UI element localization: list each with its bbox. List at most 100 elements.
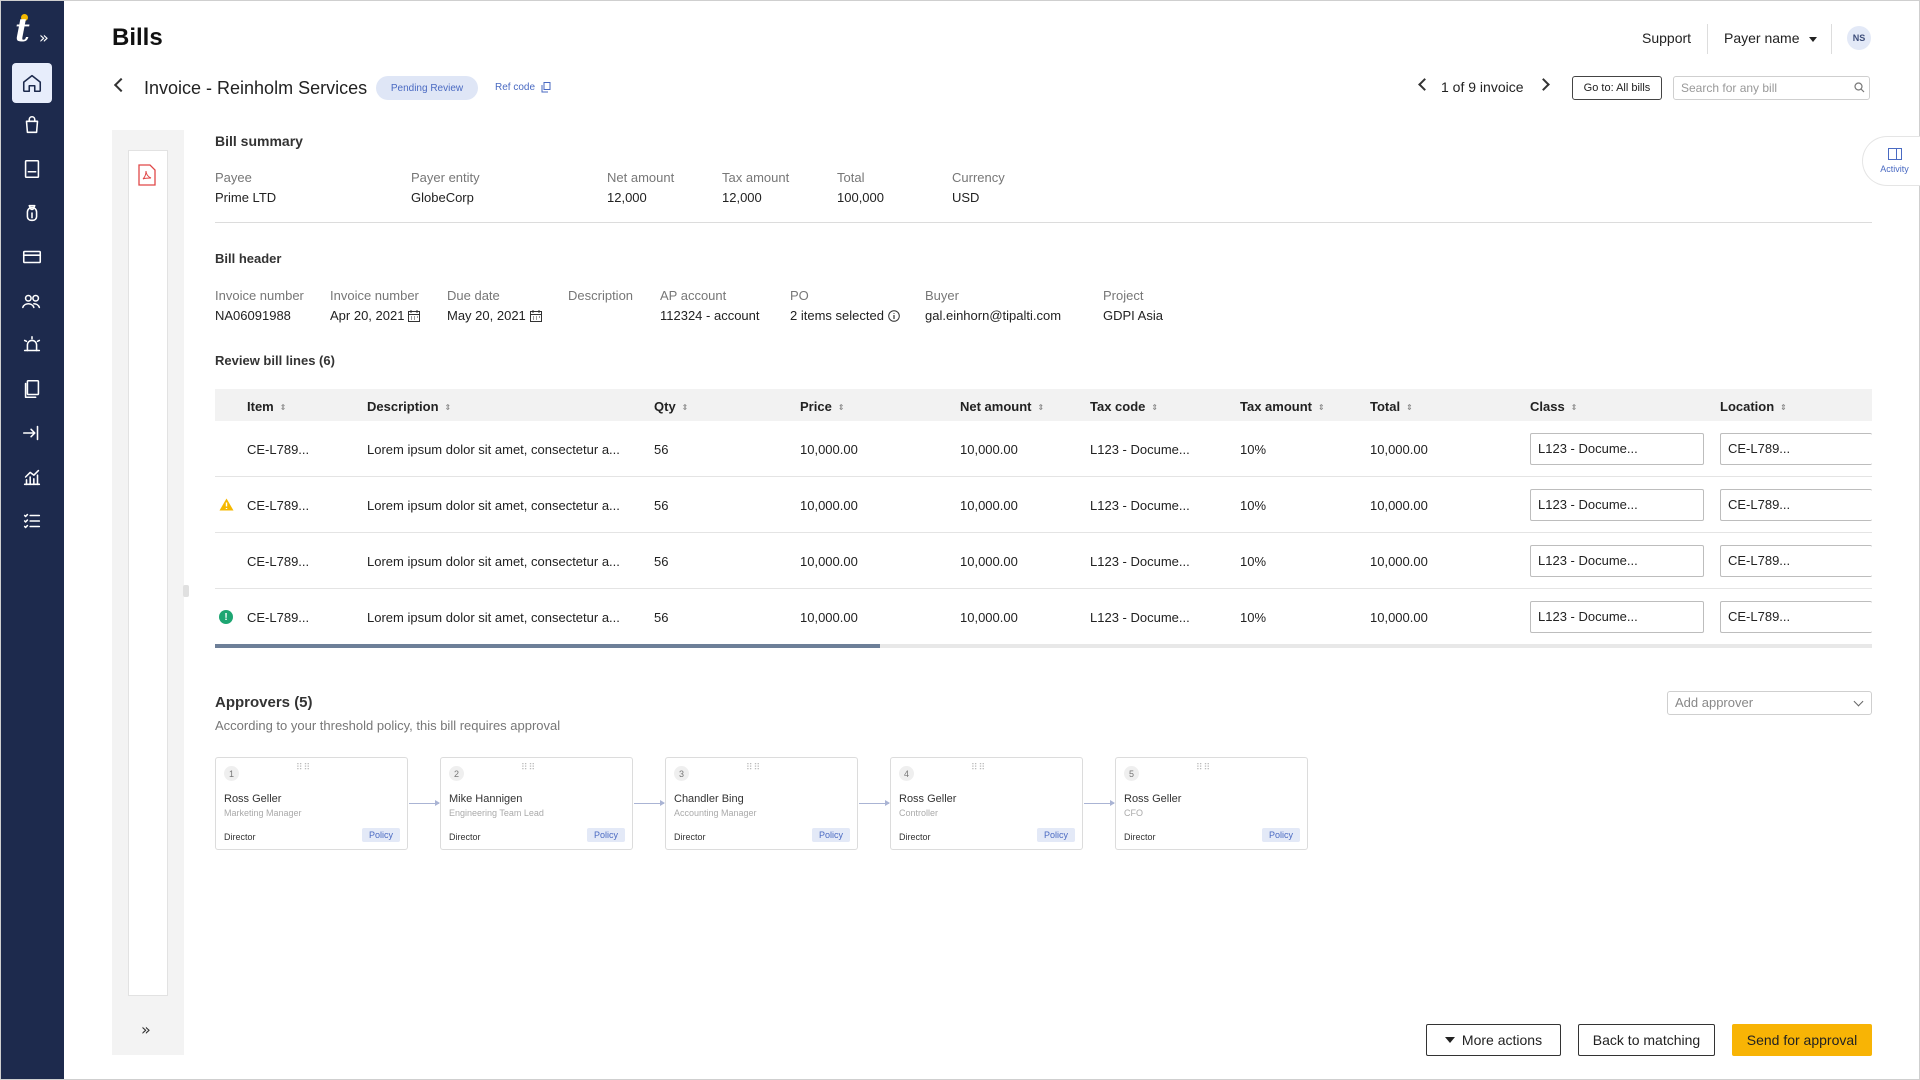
cell-net-amount: 10,000.00: [960, 554, 1018, 569]
location-input[interactable]: CE-L789...: [1720, 489, 1872, 521]
pager-text: 1 of 9 invoice: [1441, 79, 1524, 95]
sidebar-item-bills[interactable]: [12, 149, 52, 189]
header-field-po[interactable]: PO 2 items selected: [790, 288, 900, 323]
approver-card[interactable]: 4 ⠿⠿ Ross Geller Controller Director Pol…: [890, 757, 1083, 850]
column-header-tax-code[interactable]: Tax code ⇕: [1090, 399, 1158, 414]
column-header-net-amount[interactable]: Net amount ⇕: [960, 399, 1044, 414]
cell-price: 10,000.00: [800, 442, 858, 457]
drag-handle-icon[interactable]: ⠿⠿: [296, 763, 311, 773]
goto-all-bills-button[interactable]: Go to: All bills: [1572, 76, 1662, 100]
approver-role: Engineering Team Lead: [449, 808, 544, 818]
sidebar-item-tasks[interactable]: [12, 501, 52, 541]
pdf-icon[interactable]: [138, 164, 156, 186]
column-header-item[interactable]: Item ⇕: [247, 399, 286, 414]
policy-badge: Policy: [811, 828, 850, 842]
sidebar-item-alerts[interactable]: [12, 325, 52, 365]
cell-item: CE-L789...: [247, 442, 310, 457]
sidebar-item-money[interactable]: [12, 193, 52, 233]
payer-dropdown[interactable]: Payer name: [1724, 30, 1818, 46]
location-input[interactable]: CE-L789...: [1720, 545, 1872, 577]
header-field-invoice-date[interactable]: Invoice number Apr 20, 2021: [330, 288, 421, 323]
column-header-total[interactable]: Total ⇕: [1370, 399, 1413, 414]
header-field-due-date[interactable]: Due date May 20, 2021: [447, 288, 542, 323]
header-field-buyer[interactable]: Buyer gal.einhorn@tipalti.com: [925, 288, 1061, 323]
divider: [215, 222, 1872, 223]
cell-net-amount: 10,000.00: [960, 442, 1018, 457]
summary-field-currency: Currency USD: [952, 170, 1005, 205]
flow-arrow: [409, 800, 440, 806]
info-icon[interactable]: [888, 310, 900, 322]
flow-arrow: [1084, 800, 1115, 806]
summary-field-tax-amount: Tax amount 12,000: [722, 170, 790, 205]
approver-level: Director: [674, 832, 706, 842]
drag-handle-icon[interactable]: ⠿⠿: [971, 763, 986, 773]
cell-net-amount: 10,000.00: [960, 610, 1018, 625]
expand-panel-icon[interactable]: »: [141, 1020, 151, 1039]
more-actions-button[interactable]: More actions: [1426, 1024, 1561, 1056]
support-link[interactable]: Support: [1642, 30, 1691, 46]
back-to-matching-button[interactable]: Back to matching: [1578, 1024, 1715, 1056]
sidebar-item-documents[interactable]: [12, 369, 52, 409]
approver-card[interactable]: 5 ⠿⠿ Ross Geller CFO Director Policy: [1115, 757, 1308, 850]
avatar[interactable]: NS: [1847, 26, 1871, 50]
sidebar-item-home[interactable]: [12, 63, 52, 103]
column-header-description[interactable]: Description ⇕: [367, 399, 451, 414]
expand-sidebar-icon[interactable]: »: [39, 28, 49, 47]
bill-search-input[interactable]: Search for any bill: [1673, 76, 1870, 100]
copy-icon[interactable]: [541, 82, 551, 93]
policy-badge: Policy: [1261, 828, 1300, 842]
sidebar-item-reports[interactable]: [12, 457, 52, 497]
summary-field-payer-entity: Payer entity GlobeCorp: [411, 170, 480, 205]
approver-card[interactable]: 3 ⠿⠿ Chandler Bing Accounting Manager Di…: [665, 757, 858, 850]
class-input[interactable]: L123 - Docume...: [1530, 545, 1704, 577]
bill-lines-title: Review bill lines (6): [215, 353, 335, 368]
column-header-qty[interactable]: Qty ⇕: [654, 399, 688, 414]
calendar-icon[interactable]: [408, 310, 421, 322]
summary-field-payee: Payee Prime LTD: [215, 170, 277, 205]
approvers-title: Approvers (5): [215, 694, 313, 711]
class-input[interactable]: L123 - Docume...: [1530, 489, 1704, 521]
drag-handle-icon[interactable]: ⠿⠿: [746, 763, 761, 773]
sidebar-item-purchases[interactable]: [12, 105, 52, 145]
column-header-price[interactable]: Price ⇕: [800, 399, 845, 414]
calendar-icon[interactable]: [529, 310, 542, 322]
scrollbar-thumb[interactable]: [215, 644, 880, 648]
document-preview: [128, 150, 168, 996]
drag-handle-icon[interactable]: ⠿⠿: [521, 763, 536, 773]
class-input[interactable]: L123 - Docume...: [1530, 601, 1704, 633]
location-input[interactable]: CE-L789...: [1720, 433, 1872, 465]
approver-name: Mike Hannigen: [449, 793, 523, 805]
column-header-location[interactable]: Location ⇕: [1720, 399, 1787, 414]
cell-description: Lorem ipsum dolor sit amet, consectetur …: [367, 610, 620, 625]
column-header-class[interactable]: Class ⇕: [1530, 399, 1577, 414]
sidebar-item-cards[interactable]: [12, 237, 52, 277]
sort-icon: ⇕: [1780, 403, 1787, 412]
users-icon: [22, 294, 41, 309]
shopping-bag-icon: [25, 116, 39, 134]
header-field-description[interactable]: Description: [568, 288, 633, 308]
approver-name: Ross Geller: [1124, 793, 1182, 805]
page-title: Bills: [112, 24, 163, 51]
sort-icon: ⇕: [444, 403, 452, 412]
drag-handle-icon[interactable]: ⠿⠿: [1196, 763, 1211, 773]
header-field-project[interactable]: Project GDPI Asia: [1103, 288, 1163, 323]
resize-handle[interactable]: [183, 585, 189, 597]
approver-card[interactable]: 2 ⠿⠿ Mike Hannigen Engineering Team Lead…: [440, 757, 633, 850]
sidebar-item-transfers[interactable]: [12, 413, 52, 453]
cell-tax-amount: 10%: [1240, 610, 1267, 625]
activity-button[interactable]: Activity: [1862, 136, 1920, 186]
sort-icon: ⇕: [837, 403, 845, 412]
approver-card[interactable]: 1 ⠿⠿ Ross Geller Marketing Manager Direc…: [215, 757, 408, 850]
approver-step-number: 4: [899, 766, 914, 781]
search-icon[interactable]: [1854, 82, 1865, 93]
add-approver-select[interactable]: Add approver: [1667, 691, 1872, 715]
column-header-tax-amount[interactable]: Tax amount ⇕: [1240, 399, 1325, 414]
header-field-ap-account[interactable]: AP account 112324 - account: [660, 288, 760, 323]
sidebar-item-payees[interactable]: [12, 281, 52, 321]
send-for-approval-button[interactable]: Send for approval: [1732, 1024, 1872, 1056]
header-field-invoice-number[interactable]: Invoice number NA06091988: [215, 288, 304, 323]
ref-code-link[interactable]: Ref code: [495, 82, 535, 93]
cell-description: Lorem ipsum dolor sit amet, consectetur …: [367, 498, 620, 513]
class-input[interactable]: L123 - Docume...: [1530, 433, 1704, 465]
location-input[interactable]: CE-L789...: [1720, 601, 1872, 633]
